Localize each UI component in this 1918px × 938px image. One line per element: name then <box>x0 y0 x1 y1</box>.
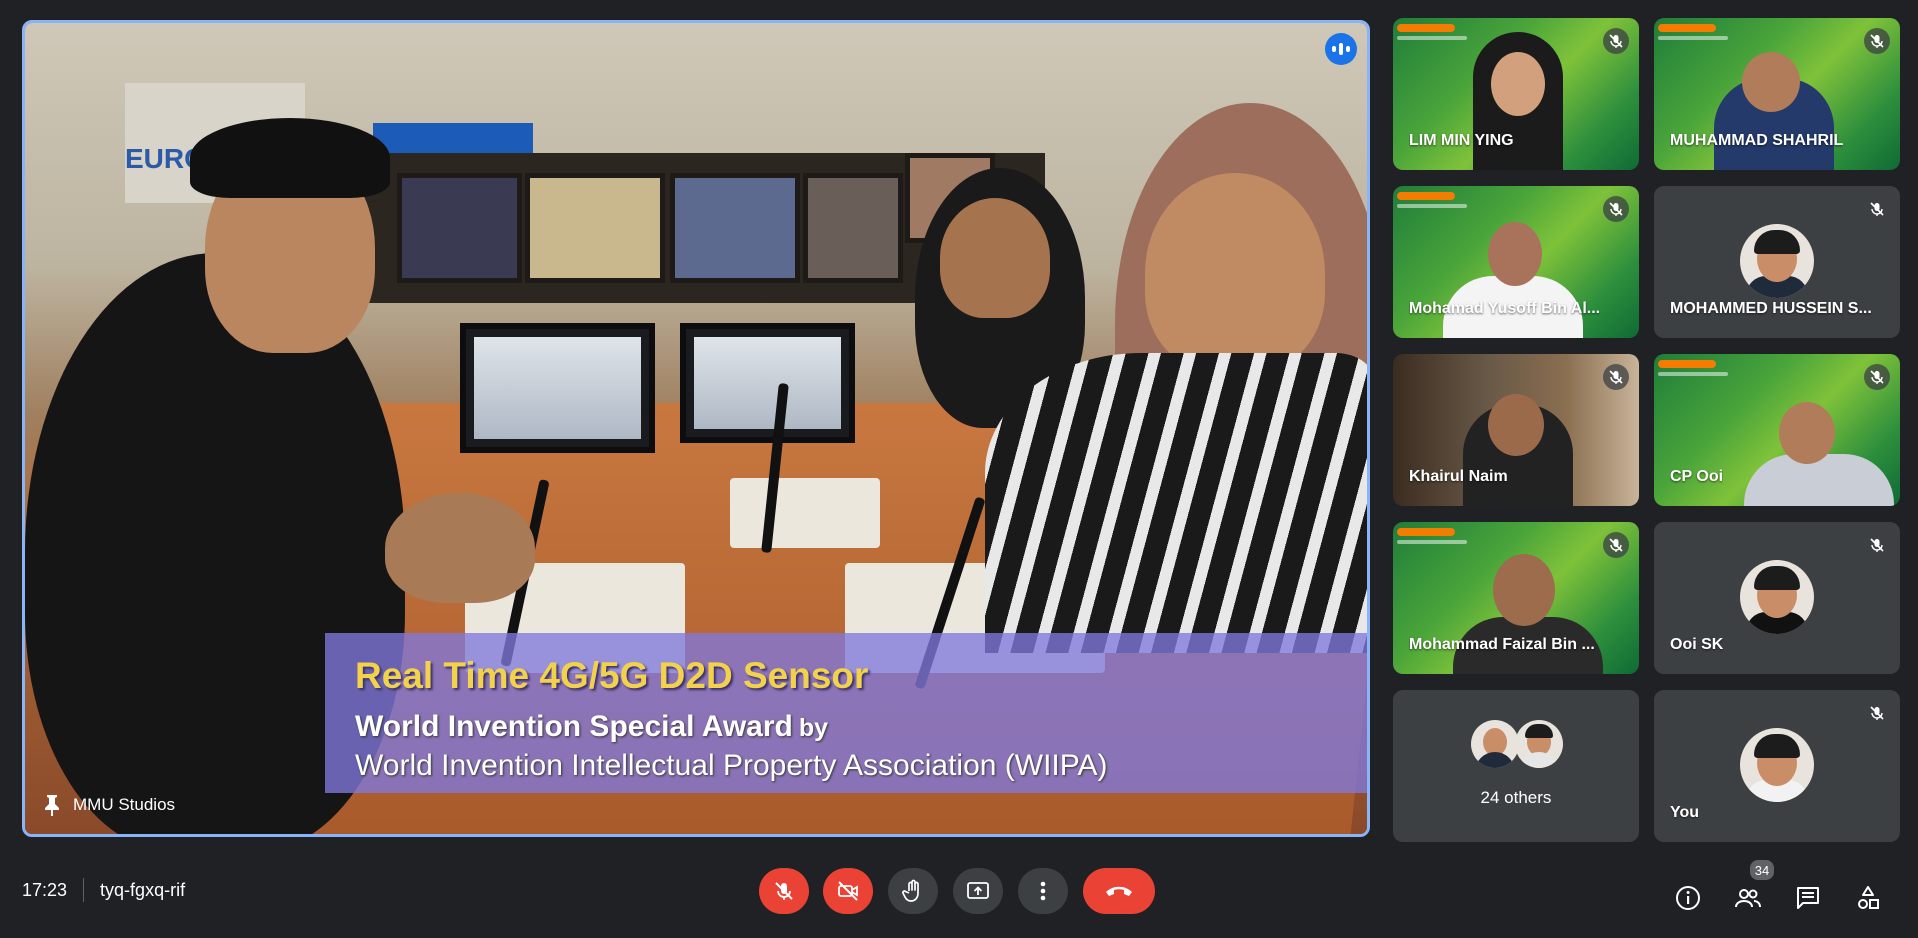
self-tile[interactable]: You <box>1654 690 1900 842</box>
photo-frame <box>525 173 665 283</box>
avatar <box>1515 720 1563 768</box>
avatar <box>1740 728 1814 802</box>
control-bar: 17:23 tyq-fgxq-rif 34 <box>0 856 1918 938</box>
person-woman-face <box>1145 173 1325 373</box>
avatar <box>1471 720 1519 768</box>
end-call-icon <box>1104 884 1134 898</box>
pin-icon[interactable] <box>43 794 61 816</box>
divider <box>83 878 85 902</box>
participant-name: Mohammad Faizal Bin ... <box>1409 636 1595 653</box>
photo-frame <box>670 173 800 283</box>
participant-name: Mohamad Yusoff Bin Al... <box>1409 300 1601 317</box>
participant-tile[interactable]: Mohammad Faizal Bin ... <box>1393 522 1639 674</box>
photo-frame <box>397 173 522 283</box>
caption-banner: Real Time 4G/5G D2D Sensor World Inventi… <box>325 633 1367 793</box>
info-icon <box>1675 885 1701 911</box>
banner-award: World Invention Special Award by <box>355 710 828 744</box>
banner-award-text: World Invention Special Award <box>355 710 793 743</box>
others-tile[interactable]: 24 others <box>1393 690 1639 842</box>
banner-org: World Invention Intellectual Property As… <box>355 749 1108 782</box>
people-count-badge: 34 <box>1748 858 1776 882</box>
participant-name: LIM MIN YING <box>1409 132 1514 149</box>
mic-off-icon <box>1864 532 1890 558</box>
activities-icon <box>1855 885 1881 911</box>
raise-hand-icon <box>902 879 924 903</box>
participant-name: You <box>1670 804 1700 821</box>
banner-by: by <box>798 714 829 742</box>
present-button[interactable] <box>953 868 1003 914</box>
mic-off-icon <box>1603 532 1629 558</box>
people-button[interactable]: 34 <box>1728 858 1776 918</box>
meeting-code: tyq-fgxq-rif <box>100 879 186 900</box>
laptop <box>680 323 855 443</box>
raise-hand-button[interactable] <box>888 868 938 914</box>
mic-off-icon <box>1864 700 1890 726</box>
camera-off-icon <box>836 880 860 902</box>
participant-tile[interactable]: CP Ooi <box>1654 354 1900 506</box>
others-count: 24 others <box>1480 788 1552 807</box>
participant-name: MOHAMMED HUSSEIN S... <box>1670 300 1872 317</box>
person-woman-face <box>940 198 1050 318</box>
participant-tile[interactable]: MOHAMMED HUSSEIN S... <box>1654 186 1900 338</box>
participant-tile[interactable]: Ooi SK <box>1654 522 1900 674</box>
chat-icon <box>1795 885 1821 911</box>
presenter-name: MMU Studios <box>73 795 176 814</box>
presenter-label: MMU Studios <box>43 794 175 816</box>
active-speaker-indicator <box>1325 33 1357 65</box>
meeting-details-button[interactable] <box>1668 878 1708 918</box>
mic-off-icon <box>1864 196 1890 222</box>
avatar <box>1740 560 1814 634</box>
mic-toggle-button[interactable] <box>759 868 809 914</box>
mic-off-icon <box>773 880 795 902</box>
banner-title: Real Time 4G/5G D2D Sensor <box>355 655 869 696</box>
participant-name: Khairul Naim <box>1409 468 1508 485</box>
chat-button[interactable] <box>1788 878 1828 918</box>
avatar <box>1740 224 1814 298</box>
person-man-hair <box>190 118 390 198</box>
meeting-info: 17:23 tyq-fgxq-rif <box>22 878 185 902</box>
person-man-hands <box>385 493 535 603</box>
mic-off-icon <box>1864 28 1890 54</box>
striped-shirt <box>985 353 1367 653</box>
main-video-tile[interactable]: EURO Real Time 4G/5G D2D Sensor World In… <box>22 20 1370 837</box>
mic-off-icon <box>1603 196 1629 222</box>
sensor-device <box>730 478 880 548</box>
participant-tile[interactable]: Khairul Naim <box>1393 354 1639 506</box>
participant-tile[interactable]: LIM MIN YING <box>1393 18 1639 170</box>
present-icon <box>966 880 990 902</box>
mic-off-icon <box>1864 364 1890 390</box>
participant-tile[interactable]: Mohamad Yusoff Bin Al... <box>1393 186 1639 338</box>
clock-time: 17:23 <box>22 879 68 900</box>
more-options-button[interactable] <box>1018 868 1068 914</box>
participant-name: Ooi SK <box>1670 636 1724 653</box>
photo-frame <box>803 173 903 283</box>
people-icon <box>1734 886 1762 910</box>
activities-button[interactable] <box>1848 878 1888 918</box>
leave-call-button[interactable] <box>1083 868 1155 914</box>
mic-off-icon <box>1603 364 1629 390</box>
camera-toggle-button[interactable] <box>823 868 873 914</box>
participant-tile[interactable]: MUHAMMAD SHAHRIL <box>1654 18 1900 170</box>
mic-off-icon <box>1603 28 1629 54</box>
participant-name: MUHAMMAD SHAHRIL <box>1670 132 1844 149</box>
more-options-icon <box>1040 880 1046 902</box>
participant-name: CP Ooi <box>1670 468 1724 485</box>
laptop <box>460 323 655 453</box>
